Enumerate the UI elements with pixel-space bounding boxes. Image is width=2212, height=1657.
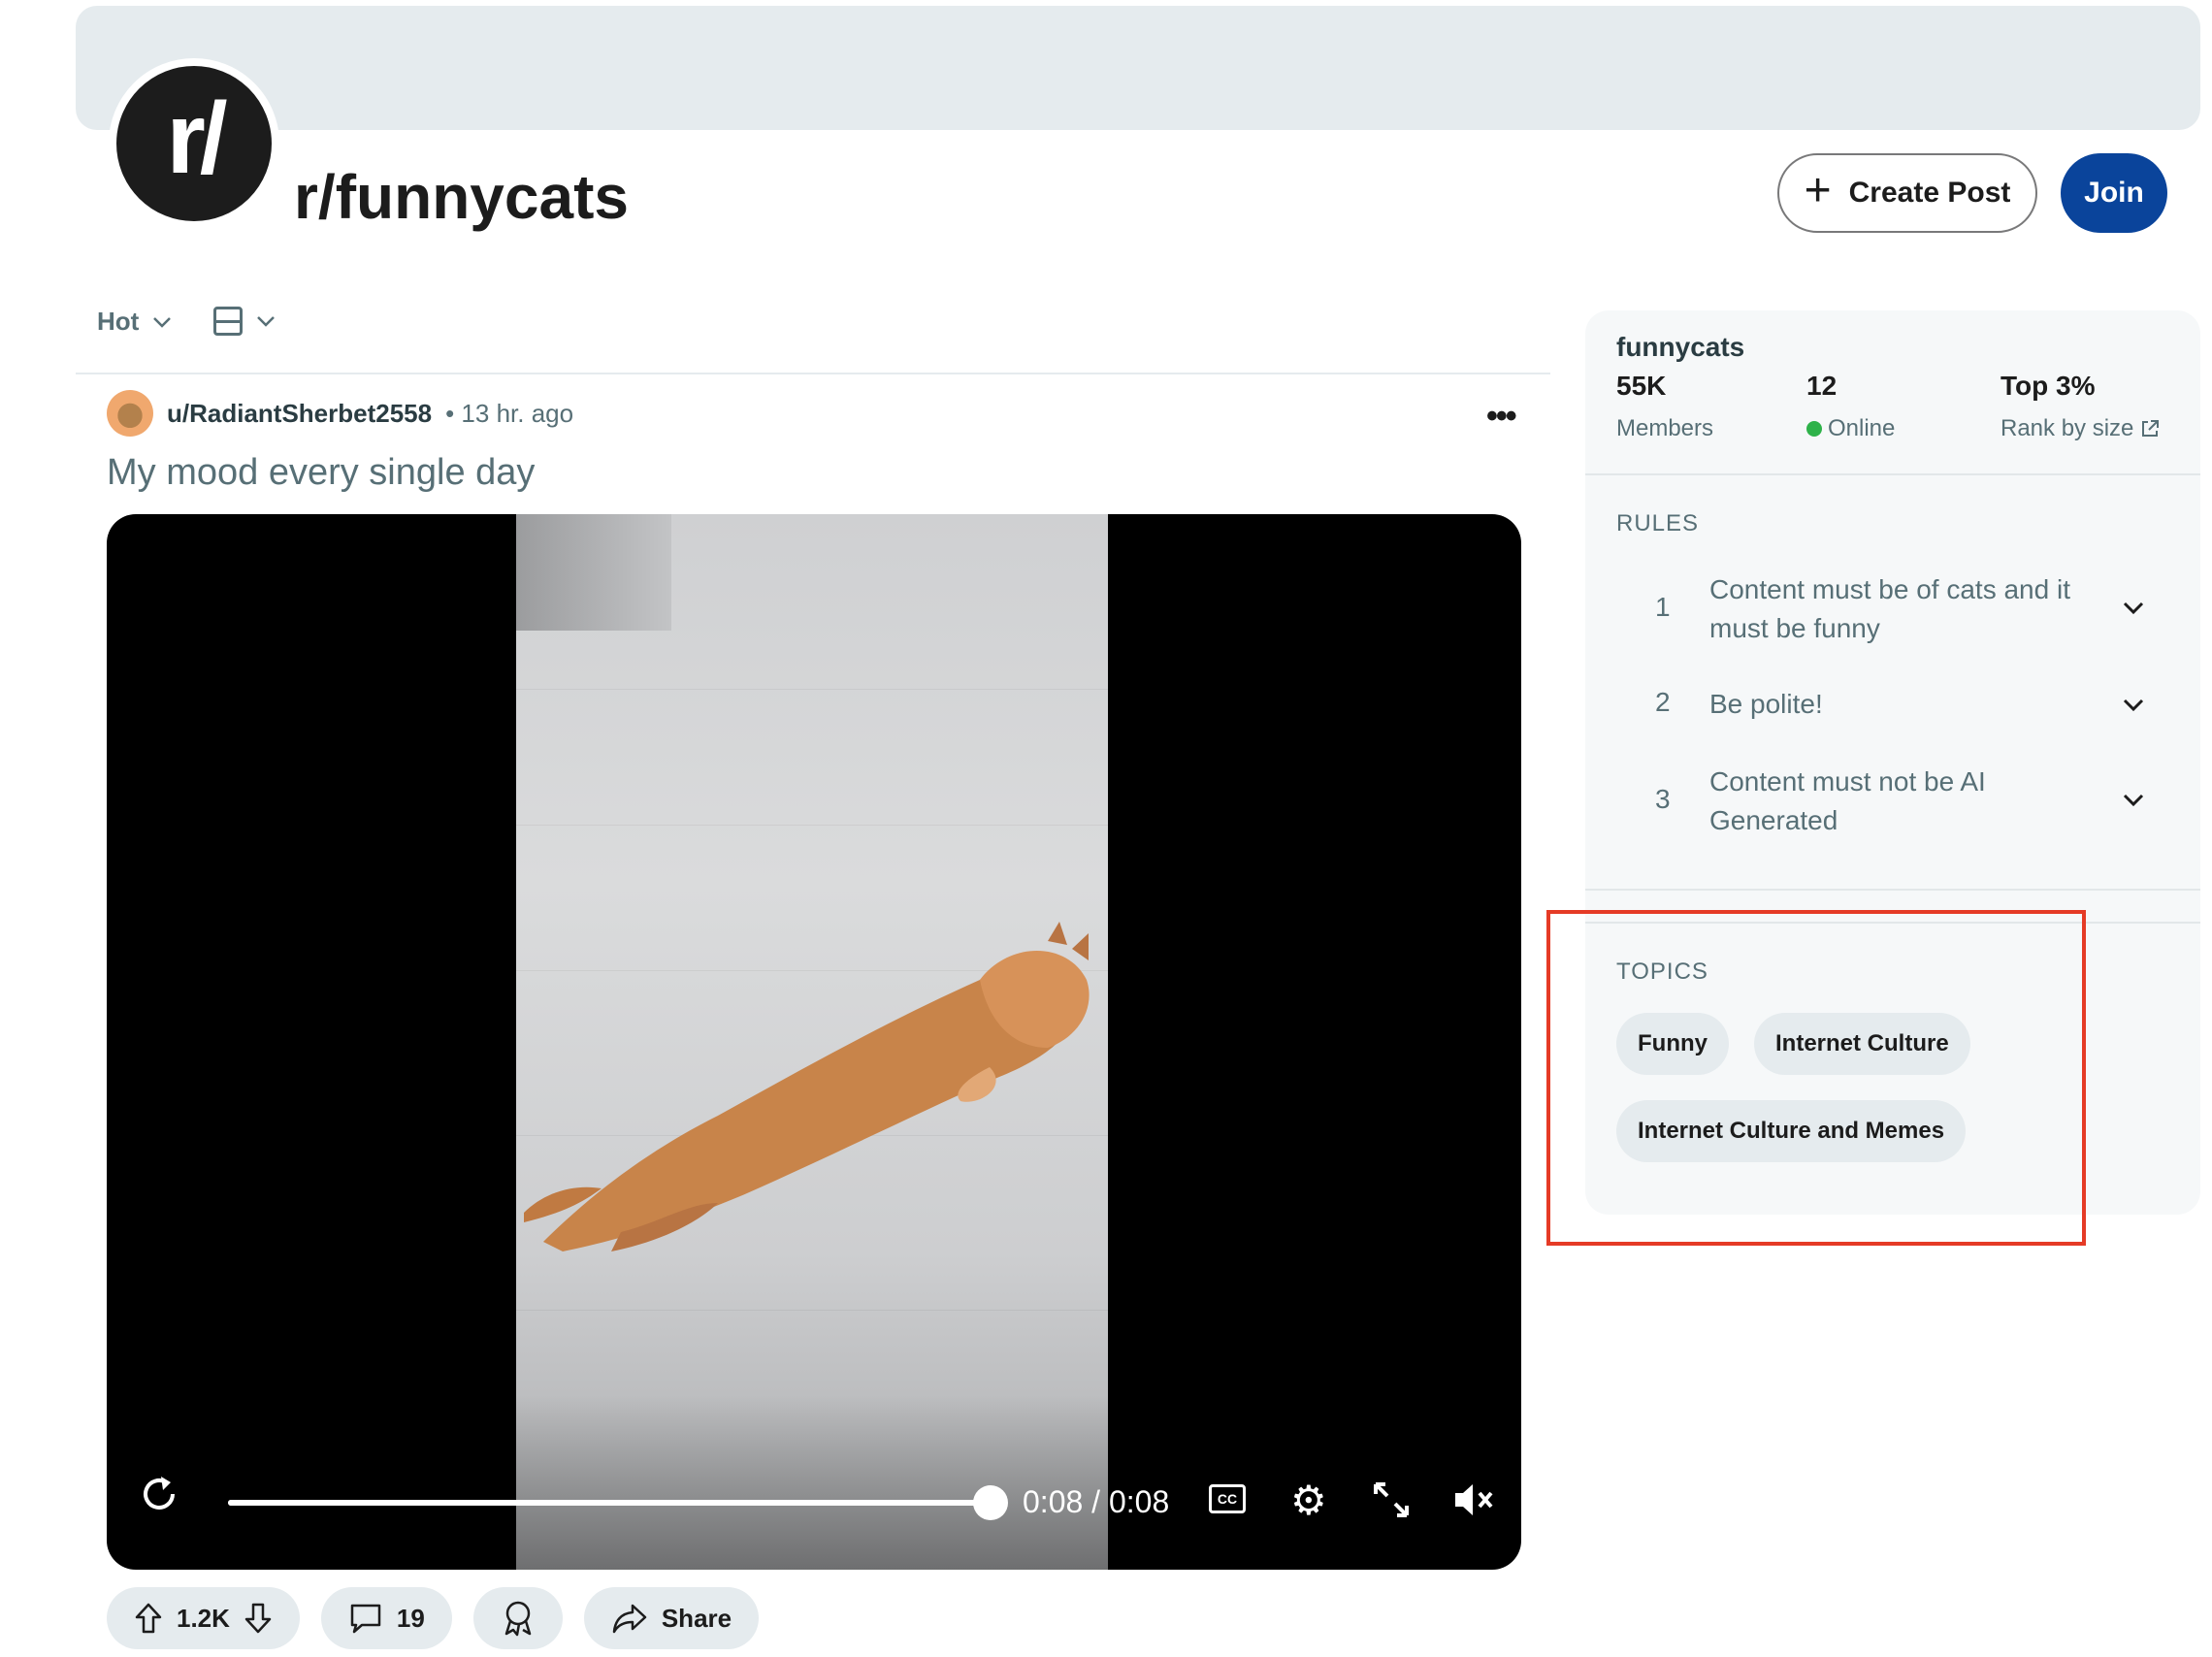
settings-gear-icon[interactable]: ⚙ [1290,1480,1327,1521]
more-options-icon[interactable]: ••• [1486,398,1517,436]
post-timestamp: • 13 hr. ago [445,398,574,428]
video-controls: 0:08 / 0:08 CC ⚙ [107,1434,1521,1570]
post-meta: u/RadiantSherbet2558 • 13 hr. ago [107,390,573,437]
community-avatar-text: r/ [166,81,227,195]
rule-item[interactable]: 2 Be polite! [1585,685,2200,728]
fullscreen-icon[interactable] [1372,1480,1411,1519]
vote-count: 1.2K [177,1603,230,1633]
replay-icon[interactable] [138,1473,180,1515]
stat-rank: Top 3% Rank by size [2001,371,2161,442]
stat-members-label: Members [1616,415,1714,441]
captions-icon[interactable]: CC [1209,1484,1246,1513]
comment-count: 19 [396,1603,425,1633]
layout-card-icon [213,307,243,336]
rule-text: Content must be of cats and it must be f… [1709,574,2070,643]
rule-item[interactable]: 1 Content must be of cats and it must be… [1585,570,2200,652]
rule-text: Be polite! [1709,689,1823,719]
rule-number: 2 [1655,687,1671,717]
external-link-icon [2142,420,2160,437]
sidebar-community-name[interactable]: funnycats [1616,332,1744,363]
chevron-down-icon [153,316,172,328]
downvote-icon[interactable] [244,1602,273,1635]
rules-heading: RULES [1616,510,1700,536]
sidebar-divider [1585,889,2200,891]
stat-members-value: 55K [1616,371,1667,401]
community-banner [76,6,2200,130]
chevron-down-icon[interactable] [2119,691,2148,720]
user-avatar[interactable] [107,390,153,437]
post-title[interactable]: My mood every single day [107,452,535,494]
video-frame [516,514,1108,1570]
community-avatar: r/ [109,58,279,229]
page-title: r/funnycats [294,162,629,232]
stat-online-label-row: Online [1806,415,1895,442]
sort-dropdown[interactable]: Hot [97,307,172,337]
stat-rank-label: Rank by size [2001,415,2134,441]
share-button[interactable]: Share [583,1587,760,1649]
sidebar-divider [1585,473,2200,475]
floor-line [516,689,1108,690]
chevron-down-icon[interactable] [2119,786,2148,815]
chevron-down-icon[interactable] [2119,594,2148,623]
online-dot-icon [1806,421,1822,437]
vote-group: 1.2K [107,1587,300,1649]
create-post-label: Create Post [1848,177,2011,209]
rule-number: 1 [1655,592,1671,622]
stat-online-label: Online [1828,415,1896,441]
post-username[interactable]: u/RadiantSherbet2558 [167,399,432,429]
comments-button[interactable]: 19 [320,1587,452,1649]
stat-members: 55K Members [1616,371,1713,442]
create-post-button[interactable]: + Create Post [1777,153,2037,233]
award-button[interactable] [472,1587,563,1649]
cat-image [524,922,1090,1251]
stat-rank-value: Top 3% [2001,371,2096,401]
sort-label: Hot [97,307,140,336]
feed-divider [76,373,1550,374]
video-player[interactable]: 0:08 / 0:08 CC ⚙ [107,514,1521,1570]
view-layout-toggle[interactable] [213,307,276,336]
floor-line [516,1310,1108,1311]
floor-line [516,825,1108,826]
share-icon [612,1604,647,1634]
award-icon [504,1601,532,1637]
video-doorframe [516,514,671,631]
video-scrub-handle[interactable] [973,1485,1008,1520]
chevron-down-icon [257,316,275,327]
rule-number: 3 [1655,784,1671,814]
join-button[interactable]: Join [2061,153,2167,233]
video-progress-bar[interactable] [228,1500,992,1506]
stat-online-value: 12 [1806,371,1838,401]
upvote-icon[interactable] [134,1602,163,1635]
mute-icon[interactable] [1453,1480,1496,1519]
video-time: 0:08 / 0:08 [1023,1484,1170,1519]
share-label: Share [661,1603,732,1633]
stat-online: 12 Online [1806,371,1895,442]
rule-item[interactable]: 3 Content must not be AI Generated [1585,763,2200,844]
plus-icon: + [1804,165,1832,216]
highlight-box [1546,910,2086,1246]
stat-rank-label-row[interactable]: Rank by size [2001,415,2161,442]
comment-icon [350,1604,381,1634]
video-progress-fill [228,1500,992,1506]
post-actions: 1.2K 19 Share [107,1587,760,1649]
rule-text: Content must not be AI Generated [1709,766,1986,835]
